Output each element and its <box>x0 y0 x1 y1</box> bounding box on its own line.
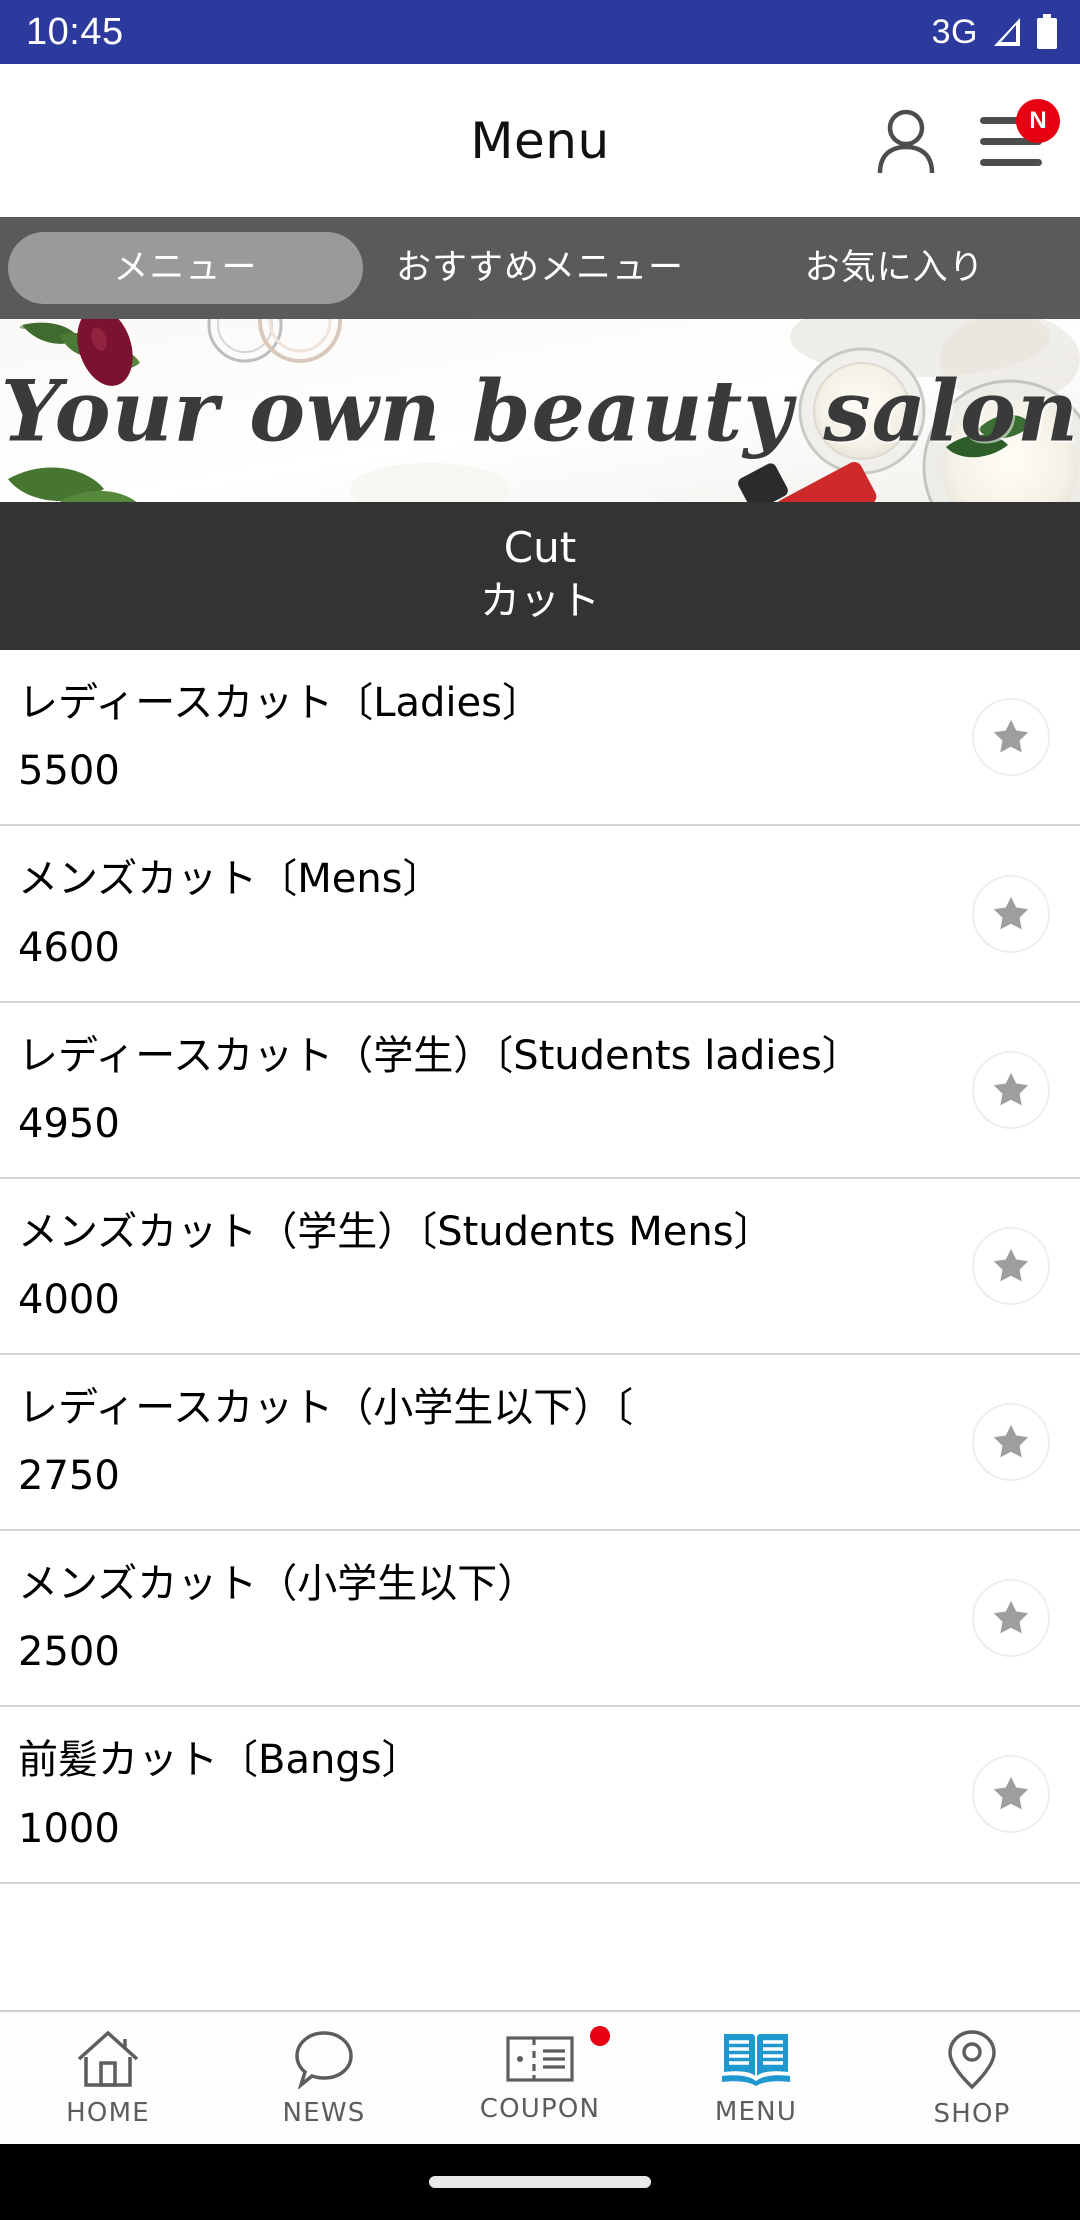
nav-item-coupon[interactable]: COUPON <box>432 2012 648 2144</box>
tab-menu[interactable]: メニュー <box>8 232 363 304</box>
nav-item-shop[interactable]: SHOP <box>864 2012 1080 2144</box>
favorite-button[interactable] <box>972 1050 1050 1129</box>
favorite-button[interactable] <box>972 1403 1050 1482</box>
battery-full-icon <box>1037 14 1057 49</box>
menu-list-item[interactable]: メンズカット〔Mens〕 4600 <box>0 826 1080 1003</box>
page-title: Menu <box>470 111 610 170</box>
status-indicators: 3G <box>932 13 1058 52</box>
star-icon <box>993 720 1029 753</box>
favorite-button[interactable] <box>972 1755 1050 1834</box>
nav-label-news: NEWS <box>282 2097 366 2128</box>
person-icon <box>877 109 935 173</box>
menu-list-item[interactable]: メンズカット（学生）〔Students Mens〕 4000 <box>0 1179 1080 1355</box>
menu-list-item[interactable]: 前髪カット〔Bangs〕 1000 <box>0 1707 1080 1884</box>
menu-item-name: メンズカット（小学生以下） <box>18 1561 538 1608</box>
menu-item-price: 5500 <box>18 748 120 795</box>
star-icon <box>993 1424 1029 1458</box>
menu-item-name: レディースカット（学生）〔Students ladies〕 <box>18 1032 862 1079</box>
tab-recommended-menu[interactable]: おすすめメニュー <box>363 232 718 304</box>
notification-badge: N <box>1016 98 1060 143</box>
open-book-icon <box>722 2033 790 2086</box>
ticket-icon <box>506 2035 574 2082</box>
star-icon <box>993 1777 1029 1810</box>
coupon-notification-dot <box>590 2026 610 2046</box>
app-screen: 10:45 3G Menu N メニュー おすすめメニュー お気に入り Your… <box>0 0 1080 2220</box>
menu-item-text: メンズカット（小学生以下） 2500 <box>18 1561 954 1675</box>
network-type-label: 3G <box>931 12 978 51</box>
tab-favorites[interactable]: お気に入り <box>717 232 1072 304</box>
menu-item-name: メンズカット〔Mens〕 <box>18 856 443 903</box>
menu-item-text: レディースカット（小学生以下）〔 2750 <box>18 1385 954 1499</box>
home-icon <box>77 2030 139 2087</box>
map-pin-icon <box>948 2029 996 2089</box>
menu-list-item[interactable]: レディースカット（学生）〔Students ladies〕 4950 <box>0 1003 1080 1179</box>
menu-item-name: レディースカット（小学生以下）〔 <box>18 1384 634 1431</box>
gesture-home-bar[interactable] <box>429 2176 651 2188</box>
menu-item-text: メンズカット（学生）〔Students Mens〕 4000 <box>18 1209 954 1323</box>
category-header: Cut カット <box>0 502 1080 651</box>
menu-item-price: 2500 <box>18 1629 120 1676</box>
status-time: 10:45 <box>26 10 124 53</box>
app-header: Menu N <box>0 64 1080 217</box>
category-title-jp: カット <box>480 578 600 625</box>
star-icon <box>993 1072 1029 1106</box>
menu-item-price: 4600 <box>18 924 120 971</box>
menu-tab-bar: メニュー おすすめメニュー お気に入り <box>0 217 1080 319</box>
menu-item-price: 4950 <box>18 1100 120 1147</box>
menu-item-text: メンズカット〔Mens〕 4600 <box>18 856 954 970</box>
menu-list-item[interactable]: メンズカット（小学生以下） 2500 <box>0 1531 1080 1708</box>
menu-item-price: 2750 <box>18 1453 120 1500</box>
system-gesture-area <box>0 2144 1080 2220</box>
hamburger-menu-button[interactable]: N <box>980 98 1060 167</box>
hero-banner[interactable]: Your own beauty salon <box>0 319 1080 502</box>
favorite-button[interactable] <box>972 1226 1050 1305</box>
bottom-navigation: HOME NEWS COUPON MENU SHOP <box>0 2010 1080 2144</box>
status-bar: 10:45 3G <box>0 0 1080 64</box>
account-button[interactable] <box>874 107 938 175</box>
header-actions: N <box>874 98 1060 175</box>
nav-label-shop: SHOP <box>933 2098 1011 2129</box>
star-icon <box>993 1248 1029 1282</box>
menu-item-price: 1000 <box>18 1805 120 1852</box>
nav-item-news[interactable]: NEWS <box>216 2012 432 2144</box>
nav-item-home[interactable]: HOME <box>0 2012 216 2144</box>
star-icon <box>993 1601 1029 1634</box>
nav-label-home: HOME <box>66 2097 150 2128</box>
star-icon <box>993 896 1029 929</box>
menu-list-item[interactable]: レディースカット〔Ladies〕 5500 <box>0 650 1080 827</box>
category-title-en: Cut <box>503 523 577 572</box>
menu-item-name: 前髪カット〔Bangs〕 <box>18 1737 422 1784</box>
menu-list-item[interactable]: レディースカット（小学生以下）〔 2750 <box>0 1355 1080 1532</box>
signal-bars-icon <box>994 18 1020 46</box>
menu-item-text: レディースカット（学生）〔Students ladies〕 4950 <box>18 1033 954 1147</box>
favorite-button[interactable] <box>972 1579 1050 1658</box>
menu-item-text: 前髪カット〔Bangs〕 1000 <box>18 1737 954 1851</box>
favorite-button[interactable] <box>972 698 1050 777</box>
nav-label-coupon: COUPON <box>479 2093 601 2124</box>
menu-item-name: メンズカット（学生）〔Students Mens〕 <box>18 1208 774 1255</box>
hero-script-text: Your own beauty salon <box>0 361 1080 460</box>
menu-item-list: レディースカット〔Ladies〕 5500 メンズカット〔Mens〕 4600 <box>0 650 1080 1884</box>
nav-item-menu[interactable]: MENU <box>648 2012 864 2144</box>
favorite-button[interactable] <box>972 874 1050 953</box>
menu-item-text: レディースカット〔Ladies〕 5500 <box>18 680 954 794</box>
nav-label-menu: MENU <box>714 2096 798 2127</box>
menu-item-name: レディースカット〔Ladies〕 <box>18 680 542 727</box>
menu-item-price: 4000 <box>18 1276 120 1323</box>
speech-bubble-icon <box>295 2030 353 2089</box>
